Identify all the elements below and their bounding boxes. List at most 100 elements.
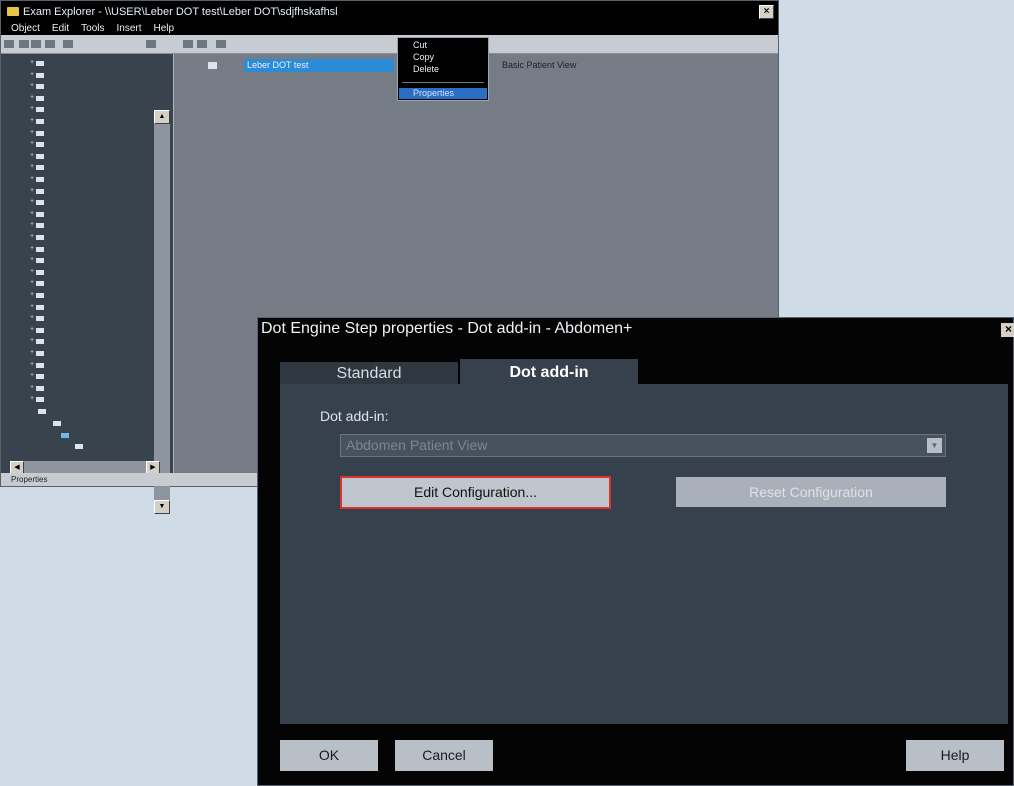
- menu-insert[interactable]: Insert: [111, 22, 148, 35]
- explorer-close-button[interactable]: ×: [759, 5, 774, 19]
- menu-tools[interactable]: Tools: [75, 22, 110, 35]
- menu-object[interactable]: Object: [1, 22, 46, 35]
- expand-icon[interactable]: +: [30, 256, 35, 263]
- toolbar-delete-icon[interactable]: [63, 40, 73, 48]
- tab-standard[interactable]: Standard: [280, 362, 458, 386]
- expand-icon[interactable]: +: [30, 314, 35, 321]
- tree-node[interactable]: +: [30, 163, 46, 171]
- expand-icon[interactable]: +: [30, 71, 35, 78]
- expand-icon[interactable]: +: [30, 291, 35, 298]
- expand-icon[interactable]: +: [30, 94, 35, 101]
- expand-icon[interactable]: +: [30, 326, 35, 333]
- expand-icon[interactable]: +: [30, 279, 35, 286]
- expand-icon[interactable]: +: [30, 129, 35, 136]
- edit-configuration-button[interactable]: Edit Configuration...: [340, 476, 611, 509]
- expand-icon[interactable]: +: [30, 82, 35, 89]
- tree-node[interactable]: +: [30, 279, 46, 287]
- tree-child-icon[interactable]: [53, 421, 61, 426]
- context-menu-cut[interactable]: Cut: [413, 40, 427, 50]
- tree-node[interactable]: +: [30, 198, 46, 206]
- tree-pane[interactable]: ▲ ▼ + + + + + + + + + + + + + + + + + + + + + + + + + + + + + +: [1, 54, 173, 514]
- tree-node[interactable]: +: [30, 59, 46, 66]
- toolbar-cut-icon[interactable]: [19, 40, 29, 48]
- tree-node[interactable]: +: [30, 105, 46, 113]
- expand-icon[interactable]: +: [30, 152, 35, 159]
- expand-icon[interactable]: +: [30, 337, 35, 344]
- expand-icon[interactable]: +: [30, 349, 35, 356]
- menu-help[interactable]: Help: [148, 22, 181, 35]
- toolbar-paste-icon[interactable]: [45, 40, 55, 48]
- tree-node[interactable]: +: [30, 395, 46, 403]
- tree-node[interactable]: +: [30, 256, 46, 264]
- tree-node[interactable]: +: [30, 175, 46, 182]
- tree-node[interactable]: +: [30, 326, 46, 333]
- expand-icon[interactable]: +: [30, 361, 35, 368]
- expand-icon[interactable]: +: [30, 372, 35, 379]
- toolbar-view-details-icon[interactable]: [197, 40, 207, 48]
- toolbar-view-list-icon[interactable]: [183, 40, 193, 48]
- tree-node[interactable]: +: [30, 187, 46, 194]
- tree-node[interactable]: +: [30, 210, 46, 217]
- tree-node[interactable]: +: [30, 245, 46, 252]
- toolbar-properties-icon[interactable]: [146, 40, 156, 48]
- expand-icon[interactable]: +: [30, 163, 35, 170]
- tree-node[interactable]: +: [30, 384, 46, 391]
- context-menu-delete[interactable]: Delete: [413, 64, 439, 74]
- chevron-down-icon[interactable]: ▼: [927, 438, 942, 453]
- tree-node[interactable]: +: [30, 129, 46, 136]
- tree-child-icon[interactable]: [75, 444, 83, 449]
- dot-add-in-select[interactable]: Abdomen Patient View ▼: [340, 434, 946, 457]
- context-menu-copy[interactable]: Copy: [413, 52, 434, 62]
- tree-child-icon[interactable]: [38, 409, 46, 414]
- toolbar-copy-icon[interactable]: [31, 40, 41, 48]
- scroll-up-button[interactable]: ▲: [154, 110, 170, 124]
- expand-icon[interactable]: +: [30, 187, 35, 194]
- tree-node[interactable]: +: [30, 314, 46, 322]
- expand-icon[interactable]: +: [30, 210, 35, 217]
- tree-node[interactable]: +: [30, 337, 46, 345]
- expand-icon[interactable]: +: [30, 303, 35, 310]
- tree-node[interactable]: +: [30, 372, 46, 380]
- folder-icon: [36, 223, 44, 229]
- tree-node[interactable]: +: [30, 94, 46, 101]
- reset-configuration-button[interactable]: Reset Configuration: [676, 477, 946, 507]
- ok-button[interactable]: OK: [280, 740, 378, 771]
- tree-node[interactable]: +: [30, 152, 46, 159]
- menu-edit[interactable]: Edit: [46, 22, 75, 35]
- cancel-button[interactable]: Cancel: [395, 740, 493, 771]
- expand-icon[interactable]: +: [30, 175, 35, 182]
- tree-node[interactable]: +: [30, 303, 46, 310]
- toolbar-new-icon[interactable]: [4, 40, 14, 48]
- expand-icon[interactable]: +: [30, 59, 35, 66]
- toolbar-view-icons-icon[interactable]: [216, 40, 226, 48]
- tree-vertical-scrollbar[interactable]: ▲ ▼: [154, 110, 170, 514]
- help-button[interactable]: Help: [906, 740, 1004, 771]
- tree-node[interactable]: +: [30, 233, 46, 240]
- expand-icon[interactable]: +: [30, 140, 35, 147]
- tree-node[interactable]: +: [30, 291, 46, 298]
- tree-node[interactable]: +: [30, 268, 46, 275]
- list-item-name[interactable]: Leber DOT test: [244, 59, 394, 72]
- tree-node[interactable]: +: [30, 349, 46, 356]
- expand-icon[interactable]: +: [30, 117, 35, 124]
- tree-node[interactable]: +: [30, 140, 46, 148]
- expand-icon[interactable]: +: [30, 233, 35, 240]
- tree-child-icon[interactable]: [61, 433, 69, 438]
- dialog-close-button[interactable]: ×: [1001, 323, 1014, 337]
- expand-icon[interactable]: +: [30, 198, 35, 205]
- expand-icon[interactable]: +: [30, 395, 35, 402]
- expand-icon[interactable]: +: [30, 105, 35, 112]
- expand-icon[interactable]: +: [30, 245, 35, 252]
- expand-icon[interactable]: +: [30, 384, 35, 391]
- tree-node[interactable]: +: [30, 71, 46, 78]
- tree-node[interactable]: +: [30, 361, 46, 368]
- context-menu-properties[interactable]: Properties: [399, 88, 487, 99]
- list-item-view: Basic Patient View: [502, 60, 577, 70]
- tree-node[interactable]: +: [30, 82, 46, 90]
- expand-icon[interactable]: +: [30, 221, 35, 228]
- expand-icon[interactable]: +: [30, 268, 35, 275]
- scroll-down-button[interactable]: ▼: [154, 500, 170, 514]
- tree-node[interactable]: +: [30, 117, 46, 124]
- tab-dot-add-in[interactable]: Dot add-in: [460, 359, 638, 386]
- tree-node[interactable]: +: [30, 221, 46, 229]
